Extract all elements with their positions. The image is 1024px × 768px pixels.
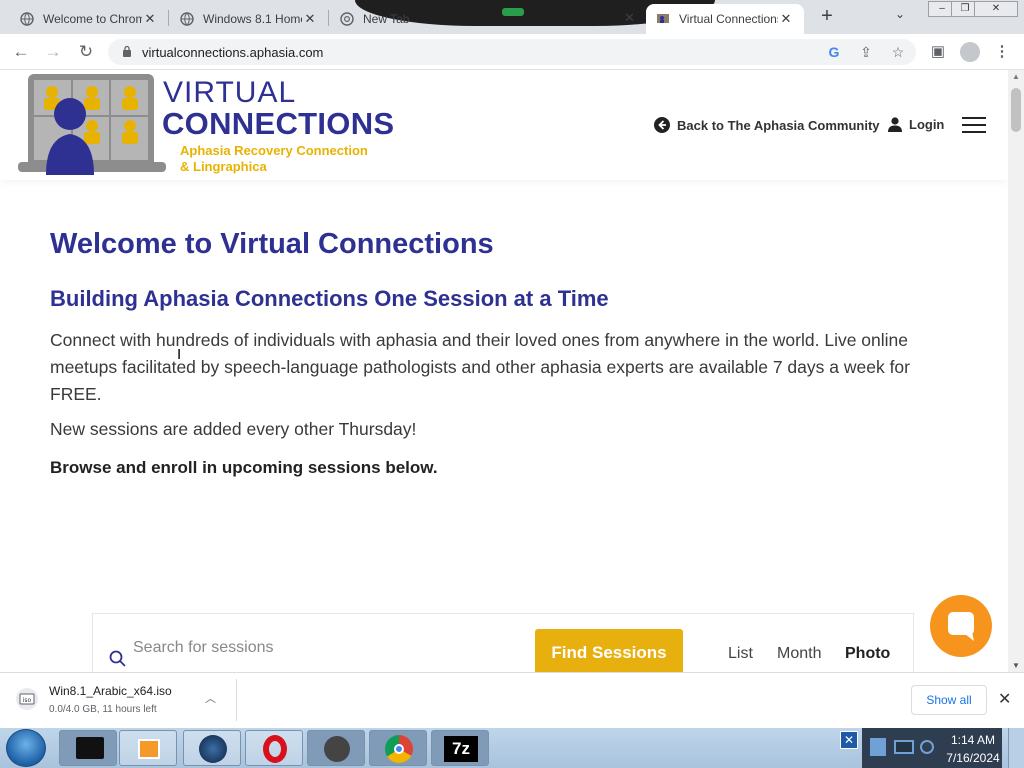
reload-icon[interactable]: ↻	[75, 41, 97, 63]
logo-laptop-icon[interactable]	[18, 74, 166, 176]
lock-icon[interactable]	[122, 45, 132, 57]
taskbar-app-bug-icon[interactable]	[307, 730, 365, 766]
close-icon[interactable]: ✕	[142, 11, 158, 27]
tray-app-icon[interactable]	[870, 738, 886, 756]
scroll-up-arrow-icon[interactable]: ▲	[1012, 72, 1020, 81]
forward-arrow-icon[interactable]: →	[42, 41, 64, 63]
hamburger-menu-icon[interactable]	[962, 117, 986, 135]
iso-file-icon[interactable]: iso	[15, 687, 39, 711]
browse-cta: Browse and enroll in upcoming sessions b…	[50, 458, 438, 477]
tab-label: Virtual Connections	[679, 12, 778, 26]
page-scrollbar[interactable]: ▲ ▼	[1008, 70, 1024, 672]
update-note: New sessions are added every other Thurs…	[50, 419, 417, 439]
globe-icon	[180, 12, 194, 26]
download-status: 0.0/4.0 GB, 11 hours left	[49, 704, 157, 715]
tab-separator	[168, 10, 169, 26]
svg-text:iso: iso	[23, 697, 32, 704]
view-photo-option[interactable]: Photo	[845, 645, 890, 663]
view-month-option[interactable]: Month	[777, 645, 821, 663]
download-filename[interactable]: Win8.1_Arabic_x64.iso	[49, 684, 172, 698]
chevron-down-icon[interactable]: ⌄	[895, 7, 905, 21]
find-sessions-button[interactable]: Find Sessions	[535, 629, 683, 672]
share-icon[interactable]: ⇪	[857, 43, 875, 61]
back-link-label: Back to The Aphasia Community	[677, 117, 880, 133]
chrome-icon	[340, 12, 354, 26]
profile-avatar-icon[interactable]	[960, 42, 980, 62]
chevron-up-icon[interactable]: ︿	[205, 690, 216, 706]
download-bar: iso Win8.1_Arabic_x64.iso 0.0/4.0 GB, 11…	[0, 672, 1024, 728]
tab-label: Welcome to Chrome	[43, 12, 142, 26]
search-icon	[109, 650, 126, 667]
address-bar[interactable]: virtualconnections.aphasia.com G ⇪ ☆	[108, 39, 916, 65]
clock-time: 1:14 AM	[950, 733, 996, 747]
browser-toolbar: ← → ↻ virtualconnections.aphasia.com G ⇪…	[0, 34, 1024, 70]
tab-welcome-to-chrome[interactable]: Welcome to Chrome ✕	[10, 4, 168, 34]
logo-title-line1: VIRTUAL	[163, 76, 297, 109]
tab-separator	[328, 10, 329, 26]
system-tray	[862, 728, 944, 768]
scroll-down-arrow-icon[interactable]: ▼	[1012, 661, 1020, 670]
tab-strip: Welcome to Chrome ✕ Windows 8.1 Home ✕ N…	[0, 0, 1024, 34]
taskbar-app-opera-icon[interactable]	[245, 730, 303, 766]
tab-windows-8-1-home[interactable]: Windows 8.1 Home ✕	[170, 4, 328, 34]
close-window-button[interactable]: ✕	[974, 1, 1018, 17]
side-panel-icon[interactable]: ▣	[928, 42, 948, 62]
star-icon[interactable]: ☆	[889, 43, 907, 61]
view-list-option[interactable]: List	[728, 645, 753, 663]
taskbar-app-terminal-icon[interactable]	[59, 730, 117, 766]
start-button-icon[interactable]	[6, 729, 46, 767]
web-page: VIRTUAL CONNECTIONS Aphasia Recovery Con…	[0, 70, 1008, 672]
taskbar-app-chrome-icon[interactable]	[369, 730, 427, 766]
close-icon[interactable]: ✕	[998, 689, 1011, 709]
close-icon[interactable]: ✕	[778, 11, 794, 27]
google-icon[interactable]: G	[825, 43, 843, 61]
network-icon[interactable]	[920, 740, 934, 754]
site-favicon-icon	[657, 14, 669, 23]
site-header: VIRTUAL CONNECTIONS Aphasia Recovery Con…	[0, 70, 1008, 180]
show-all-button[interactable]: Show all	[911, 685, 987, 715]
tab-label: New Tab	[363, 12, 410, 26]
search-input[interactable]	[133, 637, 513, 659]
notch-indicator	[502, 8, 524, 16]
tab-virtual-connections[interactable]: Virtual Connections ✕	[646, 4, 804, 34]
taskbar-app-7zip-icon[interactable]: 7z	[431, 730, 489, 766]
show-desktop-button[interactable]	[1008, 728, 1024, 768]
login-label: Login	[909, 117, 945, 132]
chat-bubble-icon	[948, 612, 974, 641]
taskbar-clock[interactable]: 1:14 AM 7/16/2024	[944, 728, 1002, 768]
taskbar-app-firefox-icon[interactable]	[183, 730, 241, 766]
monitor-icon[interactable]	[894, 740, 914, 754]
back-to-community-link[interactable]: Back to The Aphasia Community	[654, 117, 880, 133]
chat-widget-button[interactable]	[930, 595, 992, 657]
user-icon	[888, 117, 902, 132]
tab-label: Windows 8.1 Home	[203, 12, 302, 26]
clock-date: 7/16/2024	[946, 751, 1000, 765]
divider	[236, 679, 237, 721]
text-cursor-icon: I	[177, 346, 182, 363]
arrow-left-circle-icon	[654, 117, 670, 133]
taskbar-app-media-player-icon[interactable]	[119, 730, 177, 766]
close-icon[interactable]: ✕	[302, 11, 318, 27]
more-options-icon[interactable]: ⋮	[992, 42, 1012, 62]
windows-taskbar: 7z ✕ 1:14 AM 7/16/2024	[0, 728, 1024, 768]
session-search-bar: Find Sessions List Month Photo	[92, 613, 914, 672]
back-arrow-icon[interactable]: ←	[10, 41, 32, 63]
page-subtitle: Building Aphasia Connections One Session…	[50, 286, 609, 311]
logo-tagline-line1: Aphasia Recovery Connection	[180, 143, 368, 158]
intro-paragraph: Connect with hundreds of individuals wit…	[50, 330, 910, 404]
new-tab-button[interactable]: +	[815, 5, 839, 29]
url-text[interactable]: virtualconnections.aphasia.com	[142, 45, 323, 60]
page-title: Welcome to Virtual Connections	[50, 228, 494, 260]
logo-title-line2: CONNECTIONS	[162, 106, 395, 141]
tab-new-tab[interactable]: New Tab	[330, 4, 430, 34]
tray-close-icon[interactable]: ✕	[840, 731, 858, 749]
login-link[interactable]: Login	[888, 117, 944, 132]
logo-tagline-line2: & Lingraphica	[180, 159, 267, 174]
scrollbar-thumb[interactable]	[1011, 88, 1021, 132]
globe-icon	[20, 12, 34, 26]
close-icon[interactable]: ✕	[624, 10, 635, 26]
